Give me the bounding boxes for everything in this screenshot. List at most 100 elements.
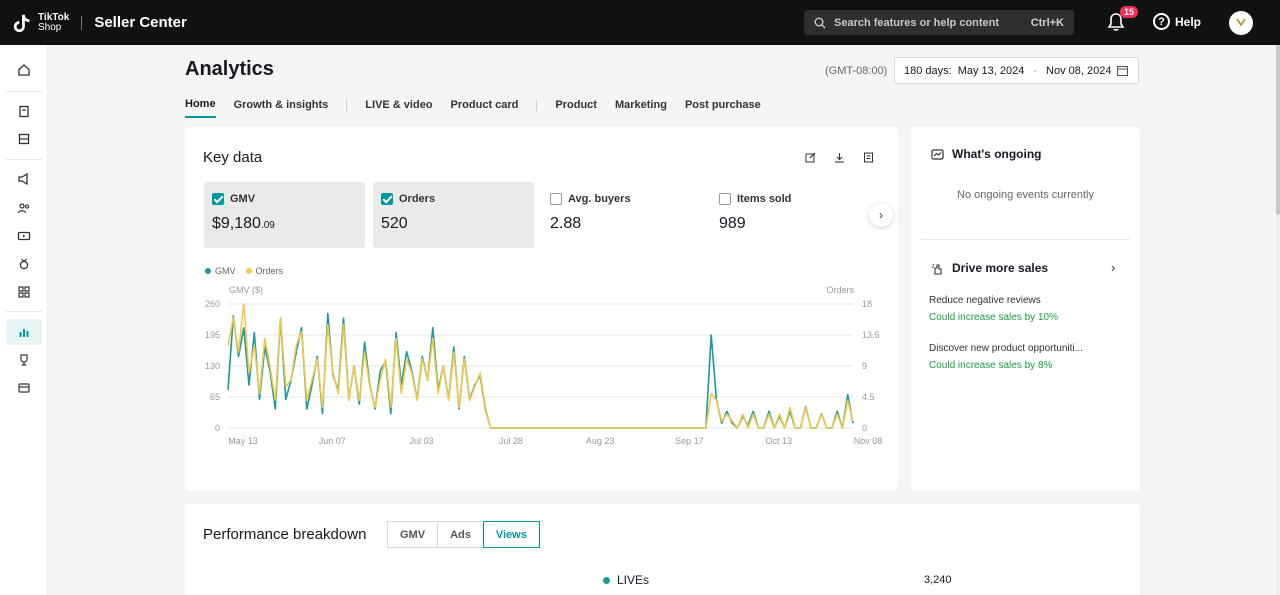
x-tick-label: Aug 23 xyxy=(586,436,615,446)
search-shortcut: Ctrl+K xyxy=(1030,16,1064,29)
tab-home[interactable]: Home xyxy=(185,98,216,118)
sidebar-item-analytics[interactable] xyxy=(6,319,42,345)
tip-impact: Could increase sales by 10% xyxy=(929,312,1058,323)
y2-tick-label: 0 xyxy=(862,423,867,433)
date-range-label: 180 days: xyxy=(904,64,952,77)
series-line-gmv xyxy=(227,312,854,429)
metric-avg-buyers[interactable]: Avg. buyers 2.88 xyxy=(542,182,703,248)
tab-marketing[interactable]: Marketing xyxy=(615,99,667,117)
items-sold-checkbox[interactable] xyxy=(719,193,731,205)
date-range-picker[interactable]: 180 days: May 13, 2024 - Nov 08, 2024 xyxy=(894,57,1139,84)
date-end: Nov 08, 2024 xyxy=(1046,64,1112,77)
tiktok-logo-icon xyxy=(13,14,30,32)
sidebar-item-orders[interactable] xyxy=(6,98,42,124)
y-tick-label: 260 xyxy=(205,299,220,309)
sidebar-item-affiliate[interactable] xyxy=(6,195,42,221)
sidebar-item-rewards[interactable] xyxy=(6,251,42,277)
edit-icon[interactable] xyxy=(805,152,816,163)
legend-dot xyxy=(205,268,211,274)
key-data-chart[interactable]: GMV ($) Orders 260 195 130 65 0 18 13.5 9 4.5 0 May … xyxy=(185,277,898,457)
logo-text: TikTok Shop xyxy=(38,11,70,33)
avatar[interactable] xyxy=(1229,11,1253,35)
tab-product[interactable]: Product xyxy=(555,99,597,117)
legend-orders[interactable]: Orders xyxy=(245,266,283,276)
tab-post-purchase[interactable]: Post purchase xyxy=(685,99,761,117)
x-tick-label: Sep 17 xyxy=(675,436,704,446)
metric-value: 989 xyxy=(719,215,746,232)
metric-gmv[interactable]: GMV $9,180.09 xyxy=(204,182,365,248)
key-data-actions xyxy=(787,152,874,163)
tab-growth-insights[interactable]: Growth & insights xyxy=(234,99,329,117)
help-button[interactable]: ? Help xyxy=(1153,13,1201,30)
avg-buyers-checkbox[interactable] xyxy=(550,193,562,205)
y-tick-label: 195 xyxy=(205,330,220,340)
clipboard-icon xyxy=(19,105,29,118)
metric-label: Avg. buyers xyxy=(568,193,631,205)
y2-tick-label: 18 xyxy=(862,299,872,309)
scrollbar-thumb[interactable] xyxy=(1276,45,1280,215)
chevron-right-icon[interactable]: › xyxy=(1111,260,1115,275)
users-icon xyxy=(17,203,30,214)
date-separator: - xyxy=(1033,64,1038,77)
tip-item[interactable]: Discover new product opportuniti... Coul… xyxy=(929,343,1083,371)
tab-product-card[interactable]: Product card xyxy=(451,99,519,117)
lives-row-label: LIVEs xyxy=(603,573,649,587)
segment-gmv[interactable]: GMV xyxy=(387,521,439,548)
x-tick-label: Oct 13 xyxy=(765,436,792,446)
whats-ongoing-title: What's ongoing xyxy=(931,147,1042,161)
x-tick-label: Jul 28 xyxy=(499,436,523,446)
drive-more-sales-title[interactable]: Drive more sales xyxy=(931,261,1048,275)
sidebar xyxy=(0,45,48,595)
orders-checkbox[interactable] xyxy=(381,193,393,205)
search-icon xyxy=(814,17,826,28)
performance-breakdown-title: Performance breakdown xyxy=(203,526,367,543)
search-input[interactable]: Search features or help content Ctrl+K xyxy=(804,10,1074,35)
metric-orders[interactable]: Orders 520 xyxy=(373,182,534,248)
sidebar-item-finance[interactable] xyxy=(6,375,42,401)
key-data-title: Key data xyxy=(203,149,263,166)
page-title: Analytics xyxy=(185,58,274,80)
series-dot xyxy=(603,576,610,584)
no-events-text: No ongoing events currently xyxy=(957,189,1094,201)
metric-label: GMV xyxy=(230,193,256,205)
whats-ongoing-card: What's ongoing No ongoing events current… xyxy=(911,127,1140,491)
x-tick-label: Jul 03 xyxy=(410,436,434,446)
tab-live-video[interactable]: LIVE & video xyxy=(365,99,432,117)
key-data-card: Key data GMV $9,180.09 Orders 520 Avg. b… xyxy=(185,127,898,491)
chart-legend: GMV Orders xyxy=(205,266,293,276)
segment-ads[interactable]: Ads xyxy=(437,521,484,548)
sidebar-divider xyxy=(6,311,42,312)
sidebar-divider xyxy=(6,159,42,160)
date-start: May 13, 2024 xyxy=(957,64,1025,77)
sidebar-item-products[interactable] xyxy=(6,126,42,152)
y2-tick-label: 9 xyxy=(862,361,867,371)
video-icon xyxy=(17,231,31,241)
lives-row-value: 3,240 xyxy=(924,574,952,586)
segment-views[interactable]: Views xyxy=(482,521,540,548)
gmv-checkbox[interactable] xyxy=(212,193,224,205)
tip-item[interactable]: Reduce negative reviews Could increase s… xyxy=(929,295,1058,323)
sidebar-item-home[interactable] xyxy=(6,57,42,83)
home-icon xyxy=(18,64,30,76)
top-bar: TikTok Shop Seller Center xyxy=(0,0,1280,45)
x-tick-label: Jun 07 xyxy=(319,436,346,446)
metric-items-sold[interactable]: Items sold 989 xyxy=(711,182,872,248)
chevron-right-icon: › xyxy=(879,208,883,222)
report-icon[interactable] xyxy=(863,152,874,163)
sidebar-item-marketing[interactable] xyxy=(6,166,42,192)
metric-label: Orders xyxy=(399,193,436,205)
download-icon[interactable] xyxy=(834,152,845,163)
legend-gmv[interactable]: GMV xyxy=(205,266,236,276)
sidebar-item-apps[interactable] xyxy=(6,279,42,305)
sidebar-item-live[interactable] xyxy=(6,223,42,249)
app-title[interactable]: Seller Center xyxy=(94,14,187,31)
megaphone-icon xyxy=(18,172,28,186)
tip-label: Reduce negative reviews xyxy=(929,295,1041,306)
apps-icon xyxy=(18,286,30,298)
sidebar-item-performance[interactable] xyxy=(6,347,42,373)
tiktok-shop-logo[interactable]: TikTok Shop xyxy=(12,12,69,34)
timezone-label: (GMT-08:00) xyxy=(825,65,888,77)
metrics-next-button[interactable]: › xyxy=(869,203,893,227)
sidebar-divider xyxy=(6,91,42,92)
tab-divider xyxy=(346,99,348,111)
